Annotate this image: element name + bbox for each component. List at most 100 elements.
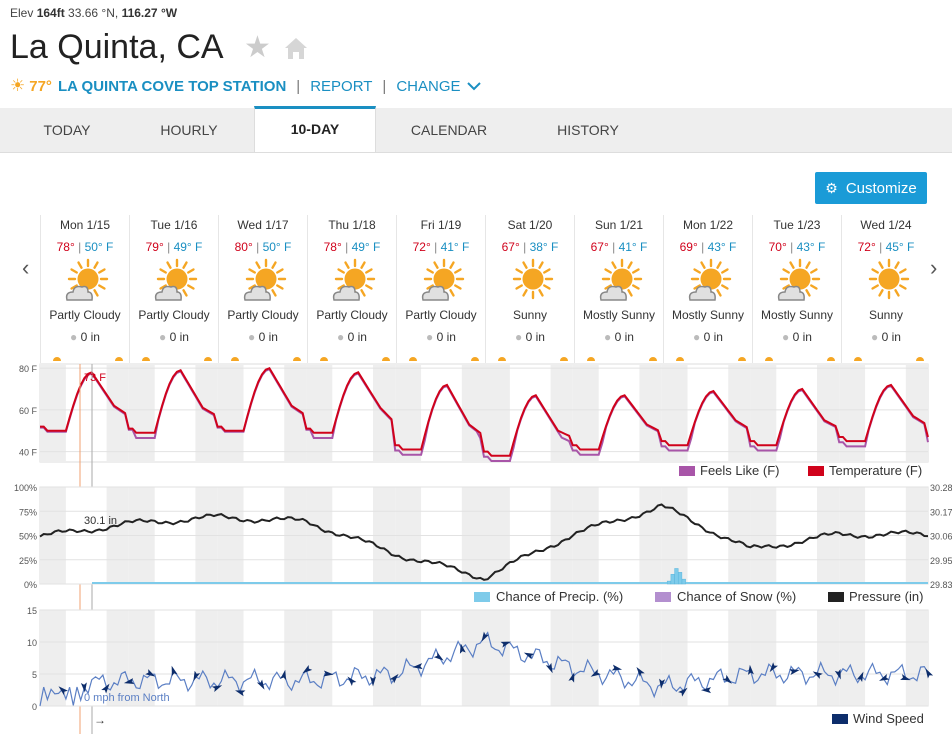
report-link[interactable]: REPORT bbox=[310, 78, 372, 95]
prev-arrow-icon[interactable]: ‹ bbox=[22, 255, 29, 281]
night-band bbox=[395, 364, 422, 462]
night-band bbox=[195, 364, 218, 462]
elev-value: 164ft bbox=[36, 6, 65, 20]
precip-bar bbox=[674, 568, 679, 585]
condition-text: Partly Cloudy bbox=[138, 308, 210, 322]
mostly-sunny-icon bbox=[599, 258, 643, 301]
partly-cloudy-icon bbox=[332, 258, 376, 301]
raindrop-icon: ● bbox=[604, 330, 612, 344]
tab-10-day[interactable]: 10-DAY bbox=[254, 106, 376, 152]
night-band bbox=[639, 364, 662, 462]
day-column[interactable]: Mon 1/15 78° | 50° F Partly Cloudy ● 0 i… bbox=[40, 215, 129, 363]
low-temp: 43° F bbox=[796, 240, 826, 254]
low-temp: 49° F bbox=[173, 240, 203, 254]
legend-snow: Chance of Snow (%) bbox=[677, 589, 796, 604]
chevron-down-icon[interactable] bbox=[466, 80, 482, 92]
low-temp: 43° F bbox=[707, 240, 737, 254]
customize-button[interactable]: ⚙ Customize bbox=[815, 172, 927, 204]
night-band bbox=[905, 610, 928, 706]
precip-value: 0 in bbox=[525, 330, 545, 344]
longitude: 116.27 °W bbox=[121, 6, 178, 20]
legend-wind: Wind Speed bbox=[853, 711, 924, 726]
day-column[interactable]: Mon 1/22 69° | 43° F Mostly Sunny ● 0 in bbox=[663, 215, 752, 363]
precip-value: 0 in bbox=[258, 330, 278, 344]
low-temp: 38° F bbox=[529, 240, 559, 254]
sunrise-icon bbox=[676, 357, 684, 361]
high-temp: 67° bbox=[590, 240, 609, 254]
high-temp: 67° bbox=[501, 240, 520, 254]
day-column[interactable]: Sun 1/21 67° | 41° F Mostly Sunny ● 0 in bbox=[574, 215, 663, 363]
precip-bar bbox=[670, 574, 675, 585]
precip-value: 0 in bbox=[169, 330, 189, 344]
legend-pressure: Pressure (in) bbox=[849, 589, 923, 604]
sunrise-icon bbox=[142, 357, 150, 361]
precip-amount: ● 0 in bbox=[219, 330, 307, 344]
day-temps: 80° | 50° F bbox=[219, 240, 307, 254]
elevation-coords: Elev 164ft 33.66 °N, 116.27 °W bbox=[10, 6, 177, 20]
precip-amount: ● 0 in bbox=[486, 330, 574, 344]
day-column[interactable]: Wed 1/24 72° | 45° F Sunny ● 0 in bbox=[841, 215, 930, 363]
sunrise-icon bbox=[53, 357, 61, 361]
day-name: Mon 1/15 bbox=[59, 218, 111, 232]
day-column[interactable]: Thu 1/18 78° | 49° F Partly Cloudy ● 0 i… bbox=[307, 215, 396, 363]
condition-text: Sunny bbox=[512, 308, 548, 322]
current-temp: 77° bbox=[29, 77, 52, 95]
home-icon[interactable] bbox=[282, 34, 310, 62]
legend-swatch bbox=[655, 592, 671, 602]
separator: | bbox=[296, 77, 301, 95]
day-name: Tue 1/23 bbox=[773, 218, 821, 232]
legend-swatch bbox=[679, 466, 695, 476]
day-temps: 72° | 45° F bbox=[842, 240, 930, 254]
tab-history[interactable]: HISTORY bbox=[521, 108, 655, 152]
day-temps: 67° | 41° F bbox=[575, 240, 663, 254]
change-link[interactable]: CHANGE bbox=[396, 78, 460, 95]
sunrise-icon bbox=[765, 357, 773, 361]
station-name-link[interactable]: LA QUINTA COVE TOP STATION bbox=[58, 78, 286, 95]
tab-calendar[interactable]: CALENDAR bbox=[382, 108, 516, 152]
latitude: 33.66 °N, bbox=[68, 6, 119, 20]
wind-direction-icon: → bbox=[94, 713, 106, 727]
day-name: Tue 1/16 bbox=[150, 218, 198, 232]
raindrop-icon: ● bbox=[515, 330, 523, 344]
elev-label: Elev bbox=[10, 6, 34, 20]
high-temp: 78° bbox=[323, 240, 342, 254]
precip-amount: ● 0 in bbox=[842, 330, 930, 344]
forecast-charts: 80 F60 F40 F10:52 AM73 FFeels Like (F)Te… bbox=[14, 363, 952, 734]
day-column[interactable]: Tue 1/16 79° | 49° F Partly Cloudy ● 0 i… bbox=[129, 215, 218, 363]
high-temp: 69° bbox=[679, 240, 698, 254]
precip-value: 0 in bbox=[436, 330, 456, 344]
favorite-star-icon[interactable]: ★ bbox=[244, 33, 271, 63]
legend-swatch bbox=[474, 592, 490, 602]
tab-hourly[interactable]: HOURLY bbox=[122, 108, 256, 152]
raindrop-icon: ● bbox=[782, 330, 790, 344]
condition-text: Mostly Sunny bbox=[760, 308, 834, 322]
condition-text: Partly Cloudy bbox=[316, 308, 388, 322]
legend-feels-like: Feels Like (F) bbox=[700, 463, 779, 478]
raindrop-icon: ● bbox=[70, 330, 78, 344]
high-temp: 78° bbox=[56, 240, 75, 254]
sunset-icon bbox=[382, 357, 390, 361]
raindrop-icon: ● bbox=[337, 330, 345, 344]
night-band bbox=[284, 610, 307, 706]
pressure-axis-tick: 29.83 bbox=[930, 580, 952, 590]
day-column[interactable]: Sat 1/20 67° | 38° F Sunny ● 0 in bbox=[485, 215, 574, 363]
condition-text: Partly Cloudy bbox=[49, 308, 121, 322]
pressure-axis-tick: 30.06 bbox=[930, 532, 952, 542]
next-arrow-icon[interactable]: › bbox=[930, 255, 937, 281]
night-band bbox=[550, 364, 573, 462]
day-column[interactable]: Tue 1/23 70° | 43° F Mostly Sunny ● 0 in bbox=[752, 215, 841, 363]
day-name: Sat 1/20 bbox=[507, 218, 553, 232]
sunrise-icon bbox=[231, 357, 239, 361]
legend-swatch bbox=[808, 466, 824, 476]
forecast-days: Mon 1/15 78° | 50° F Partly Cloudy ● 0 i… bbox=[40, 215, 928, 363]
day-column[interactable]: Fri 1/19 72° | 41° F Partly Cloudy ● 0 i… bbox=[396, 215, 485, 363]
tab-today[interactable]: TODAY bbox=[0, 108, 134, 152]
condition-text: Partly Cloudy bbox=[405, 308, 477, 322]
low-temp: 41° F bbox=[618, 240, 648, 254]
low-temp: 50° F bbox=[84, 240, 114, 254]
night-band bbox=[728, 610, 751, 706]
precip-amount: ● 0 in bbox=[41, 330, 129, 344]
legend-swatch bbox=[832, 714, 848, 724]
separator: | bbox=[382, 77, 387, 95]
day-column[interactable]: Wed 1/17 80° | 50° F Partly Cloudy ● 0 i… bbox=[218, 215, 307, 363]
